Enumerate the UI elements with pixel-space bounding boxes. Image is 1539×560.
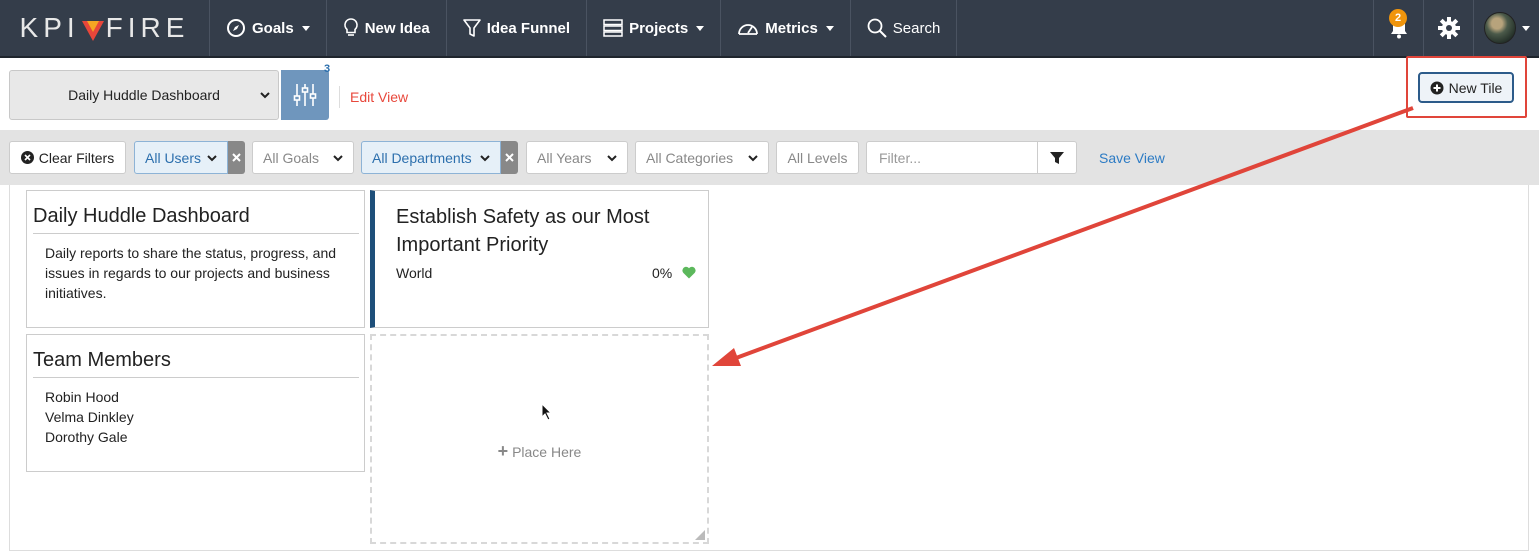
team-member: Velma Dinkley: [45, 409, 134, 425]
avatar: [1483, 12, 1516, 44]
departments-filter-clear-button[interactable]: [501, 141, 518, 174]
nav-new-idea-label: New Idea: [364, 19, 430, 37]
kpifire-logo[interactable]: KPI FIRE: [0, 0, 210, 56]
active-filter-count: 3: [324, 63, 331, 75]
chevron-down-icon: [748, 154, 758, 161]
nav-search-label: Search: [892, 19, 941, 37]
goals-filter-value: All Goals: [263, 149, 320, 166]
close-icon: [505, 153, 514, 162]
goal-tile[interactable]: Establish Safety as our Most Important P…: [370, 190, 709, 328]
levels-filter-value: All Levels: [787, 149, 848, 166]
place-here-drop-zone[interactable]: + Place Here: [370, 334, 709, 544]
view-select-value: Daily Huddle Dashboard: [68, 87, 220, 103]
goal-title: Establish Safety as our Most Important P…: [396, 206, 650, 256]
settings-button[interactable]: [1423, 0, 1473, 56]
dashboard-description-tile[interactable]: Daily Huddle Dashboard Daily reports to …: [26, 190, 365, 328]
goal-percent: 0%: [652, 265, 673, 281]
filter-text-input[interactable]: Filter...: [866, 141, 1038, 174]
nav-idea-funnel[interactable]: Idea Funnel: [447, 0, 588, 56]
search-icon: [867, 18, 887, 38]
team-members-tile[interactable]: Team Members Robin Hood Velma Dinkley Do…: [26, 334, 365, 472]
divider: [339, 86, 340, 108]
nav-metrics[interactable]: Metrics: [721, 0, 851, 56]
edit-view-link[interactable]: Edit View: [350, 89, 408, 105]
nav-idea-funnel-label: Idea Funnel: [486, 19, 571, 37]
chevron-down-icon: [333, 154, 343, 161]
gear-icon: [1437, 17, 1460, 39]
divider: [33, 233, 359, 234]
nav-new-idea[interactable]: New Idea: [327, 0, 447, 56]
server-icon: [603, 19, 623, 37]
flame-icon: [81, 21, 104, 41]
nav-search[interactable]: Search: [851, 0, 958, 56]
notifications-button[interactable]: 2: [1373, 0, 1423, 56]
chevron-down-icon: [607, 154, 617, 161]
plus-icon: +: [497, 441, 509, 461]
mouse-cursor-icon: [541, 403, 553, 421]
tile-description: Daily reports to share the status, progr…: [45, 245, 337, 301]
nav-projects[interactable]: Projects: [587, 0, 722, 56]
nav-projects-label: Projects: [629, 19, 689, 37]
chevron-down-icon: [480, 154, 490, 161]
chevron-down-icon: [696, 25, 705, 31]
lightbulb-icon: [343, 18, 358, 36]
tile-title: Team Members: [33, 349, 171, 371]
place-here-label: + Place Here: [372, 441, 707, 462]
goal-scope: World: [396, 265, 433, 281]
place-here-text: Place Here: [512, 444, 582, 460]
new-tile-button[interactable]: New Tile: [1418, 72, 1514, 103]
chevron-down-icon: [301, 25, 310, 31]
tile-title: Daily Huddle Dashboard: [33, 205, 250, 227]
resize-handle-icon[interactable]: [695, 530, 705, 540]
years-filter-select[interactable]: All Years: [526, 141, 628, 174]
goals-filter-select[interactable]: All Goals: [252, 141, 354, 174]
filter-text-placeholder: Filter...: [879, 149, 922, 166]
nav-goals-label: Goals: [252, 19, 294, 37]
logo-text-left: KPI: [19, 12, 80, 43]
compass-icon: [227, 19, 245, 37]
departments-filter-select[interactable]: All Departments: [361, 141, 501, 174]
close-circle-icon: [20, 151, 34, 164]
team-member: Dorothy Gale: [45, 429, 128, 445]
chevron-down-icon: [825, 25, 834, 31]
chevron-down-icon: [1521, 25, 1530, 31]
notification-count-badge: 2: [1389, 9, 1407, 27]
categories-filter-select[interactable]: All Categories: [635, 141, 769, 174]
funnel-icon: [462, 19, 481, 37]
save-view-link[interactable]: Save View: [1099, 150, 1165, 166]
users-filter-select[interactable]: All Users: [134, 141, 228, 174]
heart-icon: [682, 266, 696, 279]
users-filter-clear-button[interactable]: [228, 141, 245, 174]
categories-filter-value: All Categories: [646, 149, 734, 166]
clear-filters-label: Clear Filters: [38, 149, 115, 166]
divider: [33, 377, 359, 378]
apply-filter-button[interactable]: [1037, 141, 1077, 174]
team-member-list: Robin Hood Velma Dinkley Dorothy Gale: [45, 387, 134, 447]
new-tile-label: New Tile: [1448, 79, 1503, 96]
funnel-icon: [1050, 151, 1064, 164]
view-select[interactable]: Daily Huddle Dashboard: [9, 70, 279, 120]
close-icon: [232, 153, 241, 162]
team-member: Robin Hood: [45, 389, 119, 405]
nav-goals[interactable]: Goals: [210, 0, 327, 56]
plus-circle-icon: [1430, 81, 1444, 94]
users-filter-value: All Users: [145, 149, 202, 166]
filter-toggle-button[interactable]: [281, 70, 329, 120]
user-menu[interactable]: [1473, 0, 1539, 56]
chevron-down-icon: [260, 92, 270, 99]
gauge-icon: [738, 24, 759, 35]
top-navbar: KPI FIRE Goals New Idea Idea Funnel Proj…: [0, 0, 1539, 58]
levels-filter-select[interactable]: All Levels: [776, 141, 859, 174]
departments-filter-value: All Departments: [372, 149, 472, 166]
chevron-down-icon: [207, 154, 217, 161]
logo-text-right: FIRE: [105, 12, 190, 43]
nav-metrics-label: Metrics: [765, 19, 818, 37]
clear-filters-button[interactable]: Clear Filters: [9, 141, 126, 174]
years-filter-value: All Years: [537, 149, 592, 166]
sliders-icon: [293, 84, 317, 106]
